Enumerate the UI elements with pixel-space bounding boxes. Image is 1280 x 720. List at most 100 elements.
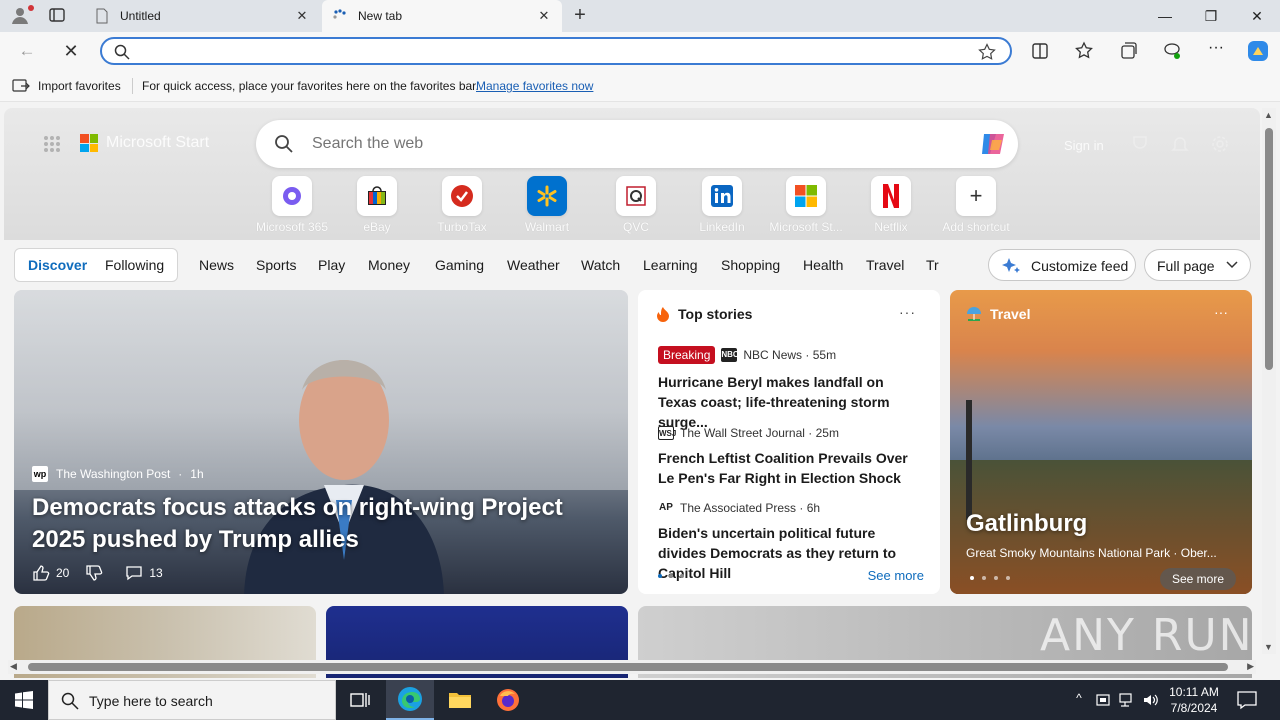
favorite-star-icon[interactable]: [978, 43, 996, 61]
story-headline[interactable]: French Leftist Coalition Prevails Over L…: [658, 448, 920, 488]
add-shortcut-button[interactable]: + Add shortcut: [934, 176, 1018, 234]
comment-icon[interactable]: [125, 564, 143, 582]
comment-count: 13: [149, 566, 163, 580]
shortcut-netflix[interactable]: Netflix: [849, 176, 933, 234]
stop-loading-button[interactable]: ✕: [58, 38, 84, 64]
sign-in-link[interactable]: Sign in: [1064, 138, 1104, 153]
nav-money[interactable]: Money: [368, 257, 410, 273]
dislike-icon[interactable]: [85, 564, 103, 582]
firefox-button[interactable]: [484, 680, 532, 720]
close-window-button[interactable]: ✕: [1234, 0, 1280, 32]
notifications-icon[interactable]: [1170, 134, 1190, 154]
nav-shopping[interactable]: Shopping: [721, 257, 780, 273]
story-title[interactable]: Democrats focus attacks on right-wing Pr…: [32, 492, 612, 556]
shortcut-linkedin[interactable]: LinkedIn: [680, 176, 764, 234]
minimize-button[interactable]: —: [1142, 0, 1188, 32]
close-tab-icon[interactable]: ✕: [294, 8, 310, 24]
profile-icon[interactable]: [10, 5, 34, 27]
microsoft-start-logo[interactable]: Microsoft Start: [80, 134, 209, 152]
taskbar-search[interactable]: Type here to search: [48, 680, 336, 720]
tab-actions-icon[interactable]: [48, 6, 72, 26]
nav-truncated[interactable]: Tr: [926, 257, 940, 273]
shortcut-ebay[interactable]: eBay: [335, 176, 419, 234]
split-screen-icon[interactable]: [1030, 41, 1050, 61]
browser-essentials-icon[interactable]: [1162, 41, 1182, 61]
ebay-icon: [368, 186, 386, 205]
web-search-box[interactable]: [256, 120, 1018, 168]
rewards-icon[interactable]: [1130, 134, 1150, 154]
nav-play[interactable]: Play: [318, 257, 345, 273]
scrollbar-thumb[interactable]: [28, 663, 1228, 671]
scroll-up-icon[interactable]: ▲: [1264, 110, 1273, 120]
edge-taskbar-button[interactable]: [386, 680, 434, 720]
wsj-icon: WSJ: [658, 426, 676, 440]
shortcut-turbotax[interactable]: TurboTax: [420, 176, 504, 234]
see-more-link[interactable]: See more: [868, 568, 924, 583]
address-bar[interactable]: [100, 37, 1012, 65]
nav-news[interactable]: News: [199, 257, 234, 273]
back-button[interactable]: ←: [14, 38, 40, 64]
story-item[interactable]: WSJ The Wall Street Journal · 25m French…: [658, 426, 920, 488]
shortcut-label: QVC: [622, 220, 649, 234]
main-story-card[interactable]: wp The Washington Post · 1h Democrats fo…: [14, 290, 628, 594]
tab-new-tab[interactable]: New tab ✕: [322, 0, 562, 32]
settings-more-icon[interactable]: ···: [1206, 40, 1226, 61]
tab-following[interactable]: Following: [105, 257, 164, 273]
scroll-down-icon[interactable]: ▼: [1264, 642, 1273, 652]
scroll-right-icon[interactable]: ▶: [1247, 661, 1254, 672]
loading-icon: [333, 9, 346, 19]
tab-discover[interactable]: Discover: [28, 257, 87, 273]
page-settings-icon[interactable]: [1210, 134, 1230, 154]
more-options-icon[interactable]: ···: [1214, 304, 1228, 320]
travel-title[interactable]: Gatlinburg: [966, 510, 1087, 538]
shortcut-microsoft-365[interactable]: Microsoft 365: [250, 176, 334, 234]
network-icon[interactable]: [1118, 691, 1136, 709]
divider: [132, 78, 133, 94]
nav-gaming[interactable]: Gaming: [435, 257, 484, 273]
web-search-input[interactable]: [312, 134, 952, 154]
close-tab-icon[interactable]: ✕: [536, 8, 552, 24]
copilot-icon[interactable]: [978, 130, 1008, 158]
nav-travel[interactable]: Travel: [866, 257, 904, 273]
copilot-icon[interactable]: [1246, 39, 1270, 63]
pagination-dots[interactable]: [658, 574, 684, 578]
security-icon[interactable]: [1094, 691, 1112, 709]
scroll-left-icon[interactable]: ◀: [10, 661, 17, 672]
new-tab-button[interactable]: +: [568, 4, 592, 28]
scrollbar-thumb[interactable]: [1265, 128, 1273, 370]
nav-learning[interactable]: Learning: [643, 257, 698, 273]
file-explorer-button[interactable]: [436, 680, 484, 720]
vertical-scrollbar[interactable]: ▲ ▼: [1262, 108, 1276, 654]
nav-sports[interactable]: Sports: [256, 257, 296, 273]
app-launcher-icon[interactable]: [42, 134, 62, 154]
nav-weather[interactable]: Weather: [507, 257, 560, 273]
shortcut-microsoft-store[interactable]: Microsoft St...: [764, 176, 848, 234]
import-favorites-button[interactable]: Import favorites: [12, 78, 121, 94]
pagination-dots[interactable]: [970, 576, 1010, 580]
nav-health[interactable]: Health: [803, 257, 843, 273]
horizontal-scrollbar[interactable]: ◀ ▶: [8, 660, 1256, 674]
show-hidden-icons[interactable]: ^: [1070, 691, 1088, 709]
task-view-button[interactable]: [336, 680, 384, 720]
address-input[interactable]: [134, 42, 954, 60]
favorites-icon[interactable]: [1074, 41, 1094, 61]
volume-icon[interactable]: [1142, 691, 1160, 709]
notifications-icon[interactable]: [1236, 690, 1258, 710]
manage-favorites-link[interactable]: Manage favorites now: [476, 79, 593, 93]
story-headline[interactable]: Hurricane Beryl makes landfall on Texas …: [658, 372, 920, 432]
shortcut-qvc[interactable]: QVC: [594, 176, 678, 234]
system-clock[interactable]: 10:11 AM 7/8/2024: [1166, 684, 1222, 716]
see-more-button[interactable]: See more: [1160, 568, 1236, 590]
nav-watch[interactable]: Watch: [581, 257, 620, 273]
customize-feed-button[interactable]: Customize feed: [988, 249, 1136, 281]
travel-card[interactable]: Travel ··· Gatlinburg Great Smoky Mounta…: [950, 290, 1252, 594]
start-button[interactable]: [0, 680, 48, 720]
tab-untitled[interactable]: Untitled ✕: [84, 0, 320, 32]
collections-icon[interactable]: [1118, 41, 1138, 61]
more-options-icon[interactable]: ···: [899, 304, 916, 320]
layout-dropdown[interactable]: Full page: [1144, 249, 1251, 281]
like-icon[interactable]: [32, 564, 50, 582]
restore-button[interactable]: ❐: [1188, 0, 1234, 32]
shortcut-walmart[interactable]: Walmart: [505, 176, 589, 234]
story-item[interactable]: Breaking NBC NBC News · 55m Hurricane Be…: [658, 346, 920, 432]
